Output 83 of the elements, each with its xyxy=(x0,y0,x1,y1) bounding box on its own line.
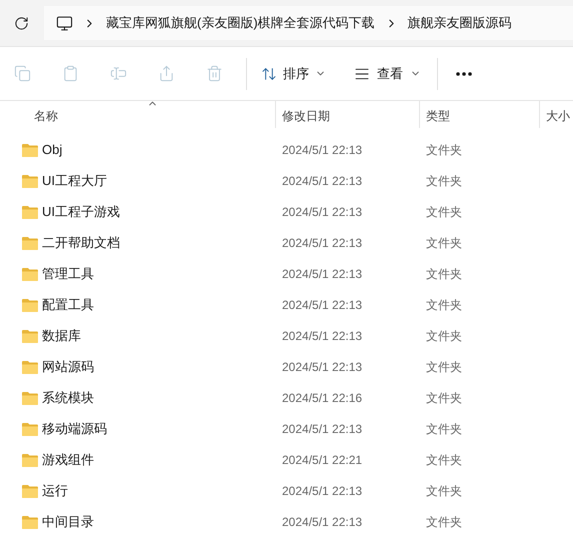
column-header[interactable]: 名称 xyxy=(0,101,276,128)
type-cell: 文件夹 xyxy=(426,204,462,219)
date-cell: 2024/5/1 22:13 xyxy=(282,298,362,312)
file-name: 移动端源码 xyxy=(42,420,107,438)
date-cell: 2024/5/1 22:13 xyxy=(282,266,362,281)
file-row[interactable]: 系统模块 2024/5/1 22:16 文件夹 xyxy=(0,382,573,413)
file-row[interactable]: UI工程大厅 2024/5/1 22:13 文件夹 xyxy=(0,165,573,196)
date-cell: 2024/5/1 22:13 xyxy=(282,236,362,250)
trash-icon xyxy=(206,65,222,82)
folder-icon xyxy=(22,236,38,250)
folder-icon xyxy=(22,514,38,528)
file-name: Obj xyxy=(42,140,62,159)
type-cell: 文件夹 xyxy=(426,142,462,157)
file-row[interactable]: 运行 2024/5/1 22:13 文件夹 xyxy=(0,475,573,506)
folder-icon xyxy=(22,204,38,218)
type-cell: 文件夹 xyxy=(426,422,462,436)
date-cell: 2024/5/1 22:13 xyxy=(282,328,362,343)
sort-button[interactable]: 排序 xyxy=(253,58,334,90)
file-name: 中间目录 xyxy=(42,512,94,531)
type-cell: 文件夹 xyxy=(426,514,462,529)
file-name: 系统模块 xyxy=(42,388,94,407)
folder-icon xyxy=(22,266,38,280)
file-row[interactable]: UI工程子游戏 2024/5/1 22:13 文件夹 xyxy=(0,196,573,227)
file-name: 管理工具 xyxy=(42,264,94,283)
computer-icon xyxy=(56,14,73,32)
date-cell: 2024/5/1 22:13 xyxy=(282,422,362,436)
file-name: 游戏组件 xyxy=(42,450,94,469)
type-cell: 文件夹 xyxy=(426,360,462,374)
folder-icon xyxy=(22,452,38,466)
date-cell: 2024/5/1 22:13 xyxy=(282,174,362,188)
file-name: UI工程子游戏 xyxy=(42,202,120,221)
file-name: UI工程大厅 xyxy=(42,172,107,190)
file-row[interactable]: 管理工具 2024/5/1 22:13 文件夹 xyxy=(0,258,573,289)
rename-icon xyxy=(110,65,126,82)
type-cell: 文件夹 xyxy=(426,484,462,498)
column-header[interactable]: 类型 xyxy=(420,101,540,128)
address-bar[interactable]: 藏宝库网狐旗舰(亲友圈版)棋牌全套源代码下载 旗舰亲友圈版源码 xyxy=(44,6,573,40)
column-header[interactable]: 修改日期 xyxy=(276,101,420,128)
date-cell: 2024/5/1 22:13 xyxy=(282,360,362,374)
type-cell: 文件夹 xyxy=(426,452,462,467)
folder-icon xyxy=(22,360,38,374)
file-row[interactable]: 中间目录 2024/5/1 22:13 文件夹 xyxy=(0,506,573,537)
type-cell: 文件夹 xyxy=(426,298,462,312)
folder-icon xyxy=(22,174,38,188)
date-cell: 2024/5/1 22:21 xyxy=(282,452,362,467)
folder-icon xyxy=(22,298,38,312)
copy-icon xyxy=(14,65,30,82)
type-cell: 文件夹 xyxy=(426,236,462,250)
date-cell: 2024/5/1 22:13 xyxy=(282,514,362,529)
file-name: 运行 xyxy=(42,482,68,500)
file-row[interactable]: 配置工具 2024/5/1 22:13 文件夹 xyxy=(0,289,573,320)
file-name: 网站源码 xyxy=(42,358,94,376)
breadcrumb[interactable]: 藏宝库网狐旗舰(亲友圈版)棋牌全套源代码下载 xyxy=(106,13,375,33)
breadcrumb[interactable]: 旗舰亲友圈版源码 xyxy=(408,13,512,33)
file-name: 二开帮助文档 xyxy=(42,234,120,252)
folder-icon xyxy=(22,422,38,436)
file-row[interactable]: 数据库 2024/5/1 22:13 文件夹 xyxy=(0,320,573,351)
type-cell: 文件夹 xyxy=(426,328,462,343)
date-cell: 2024/5/1 22:13 xyxy=(282,204,362,219)
sort-icon xyxy=(261,66,277,82)
file-row[interactable]: 网站源码 2024/5/1 22:13 文件夹 xyxy=(0,351,573,382)
type-cell: 文件夹 xyxy=(426,266,462,281)
file-row[interactable]: Obj 2024/5/1 22:13 文件夹 xyxy=(0,134,573,165)
clipboard-icon xyxy=(62,65,78,82)
share-icon xyxy=(158,65,174,82)
column-header[interactable]: 大小 xyxy=(540,101,570,128)
folder-icon xyxy=(22,390,38,404)
refresh-icon xyxy=(14,16,28,30)
file-row[interactable]: 二开帮助文档 2024/5/1 22:13 文件夹 xyxy=(0,227,573,258)
more-icon xyxy=(456,72,472,76)
type-cell: 文件夹 xyxy=(426,390,462,405)
file-name: 配置工具 xyxy=(42,296,94,314)
file-row[interactable]: 游戏组件 2024/5/1 22:21 文件夹 xyxy=(0,444,573,475)
date-cell: 2024/5/1 22:13 xyxy=(282,142,362,157)
type-cell: 文件夹 xyxy=(426,174,462,188)
date-cell: 2024/5/1 22:13 xyxy=(282,484,362,498)
folder-icon xyxy=(22,328,38,342)
date-cell: 2024/5/1 22:16 xyxy=(282,390,362,405)
file-row[interactable]: 移动端源码 2024/5/1 22:13 文件夹 xyxy=(0,413,573,444)
file-name: 数据库 xyxy=(42,326,81,345)
folder-icon xyxy=(22,484,38,498)
folder-icon xyxy=(22,142,38,156)
view-button[interactable]: 查看 xyxy=(346,58,429,90)
